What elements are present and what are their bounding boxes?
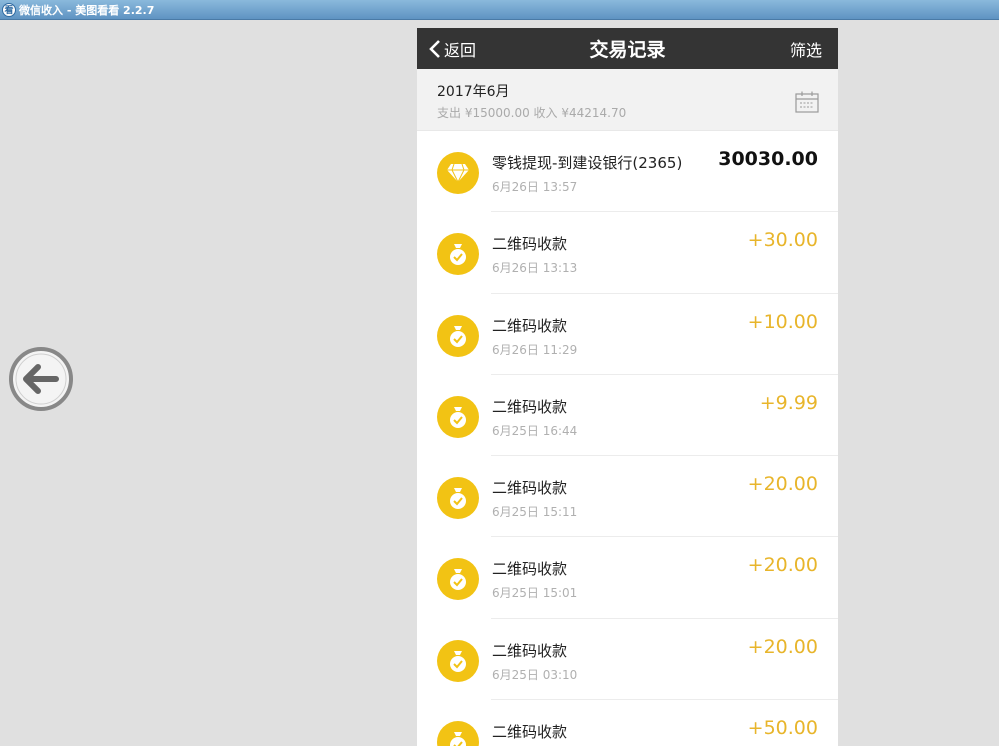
filter-button[interactable]: 筛选 xyxy=(790,37,822,61)
nav-bar: 返回 交易记录 筛选 xyxy=(417,28,838,69)
transaction-amount: 30030.00 xyxy=(718,148,818,170)
transaction-name: 零钱提现-到建设银行(2365) xyxy=(492,154,683,172)
transaction-amount: +9.99 xyxy=(759,391,818,414)
transaction-name: 二维码收款 xyxy=(492,560,568,579)
month-summary: 支出 ¥15000.00 收入 ¥44214.70 xyxy=(437,106,627,120)
calendar-icon[interactable] xyxy=(795,91,819,117)
transaction-name: 二维码收款 xyxy=(492,641,568,660)
transaction-list: 零钱提现-到建设银行(2365) 6月26日 13:57 30030.00 二维… xyxy=(417,131,838,746)
month-header: 2017年6月 支出 ¥15000.00 收入 ¥44214.70 xyxy=(417,69,838,131)
back-button[interactable]: 返回 xyxy=(417,37,476,61)
transaction-row[interactable]: 二维码收款 6月25日 16:44 +9.99 xyxy=(417,374,838,457)
window-titlebar: 看 微信收入 - 美图看看 2.2.7 xyxy=(0,0,999,20)
transaction-row[interactable]: 二维码收款 6月26日 13:13 +30.00 xyxy=(417,212,838,294)
arrow-left-circle-icon xyxy=(9,347,73,411)
money-bag-icon xyxy=(437,721,479,746)
transaction-time: 6月26日 13:13 xyxy=(492,261,578,276)
transaction-row[interactable]: 二维码收款 6月25日 03:10 +20.00 xyxy=(417,618,838,701)
transaction-row[interactable]: 二维码收款 6月25日 15:01 +20.00 xyxy=(417,537,838,620)
transaction-name: 二维码收款 xyxy=(492,479,568,498)
chevron-left-icon xyxy=(429,39,440,58)
month-label: 2017年6月 xyxy=(437,84,510,100)
transaction-row[interactable]: 二维码收款 +50.00 xyxy=(417,700,838,746)
window-title: 微信收入 - 美图看看 2.2.7 xyxy=(19,3,155,17)
page-title: 交易记录 xyxy=(589,39,666,61)
transaction-time: 6月25日 16:44 xyxy=(492,423,578,438)
transaction-row[interactable]: 零钱提现-到建设银行(2365) 6月26日 13:57 30030.00 xyxy=(417,131,838,213)
app-logo-icon: 看 xyxy=(2,2,16,17)
transaction-amount: +50.00 xyxy=(747,717,818,740)
diamond-icon xyxy=(437,152,479,194)
transaction-amount: +20.00 xyxy=(747,554,818,577)
back-label: 返回 xyxy=(444,40,477,60)
transaction-amount: +30.00 xyxy=(747,229,818,252)
transaction-time: 6月25日 03:10 xyxy=(492,667,578,682)
money-bag-icon xyxy=(437,395,479,438)
transaction-amount: +20.00 xyxy=(747,473,818,496)
transaction-time: 6月26日 13:57 xyxy=(492,180,578,194)
transaction-time: 6月25日 15:11 xyxy=(492,505,578,520)
transaction-name: 二维码收款 xyxy=(492,723,568,742)
phone-screen: 返回 交易记录 筛选 2017年6月 支出 ¥15000.00 收入 ¥4421… xyxy=(417,28,838,746)
money-bag-icon xyxy=(437,233,479,276)
transaction-name: 二维码收款 xyxy=(492,235,568,254)
transaction-time: 6月25日 15:01 xyxy=(492,586,578,601)
money-bag-icon xyxy=(437,477,479,520)
transaction-name: 二维码收款 xyxy=(492,316,568,335)
money-bag-icon xyxy=(437,558,479,601)
transaction-amount: +20.00 xyxy=(747,635,818,658)
money-bag-icon xyxy=(437,314,479,357)
transaction-row[interactable]: 二维码收款 6月26日 11:29 +10.00 xyxy=(417,293,838,376)
money-bag-icon xyxy=(437,639,479,682)
transaction-row[interactable]: 二维码收款 6月25日 15:11 +20.00 xyxy=(417,456,838,538)
transaction-name: 二维码收款 xyxy=(492,397,568,416)
transaction-time: 6月26日 11:29 xyxy=(492,342,578,357)
previous-image-button[interactable] xyxy=(8,346,74,412)
transaction-amount: +10.00 xyxy=(747,310,818,333)
